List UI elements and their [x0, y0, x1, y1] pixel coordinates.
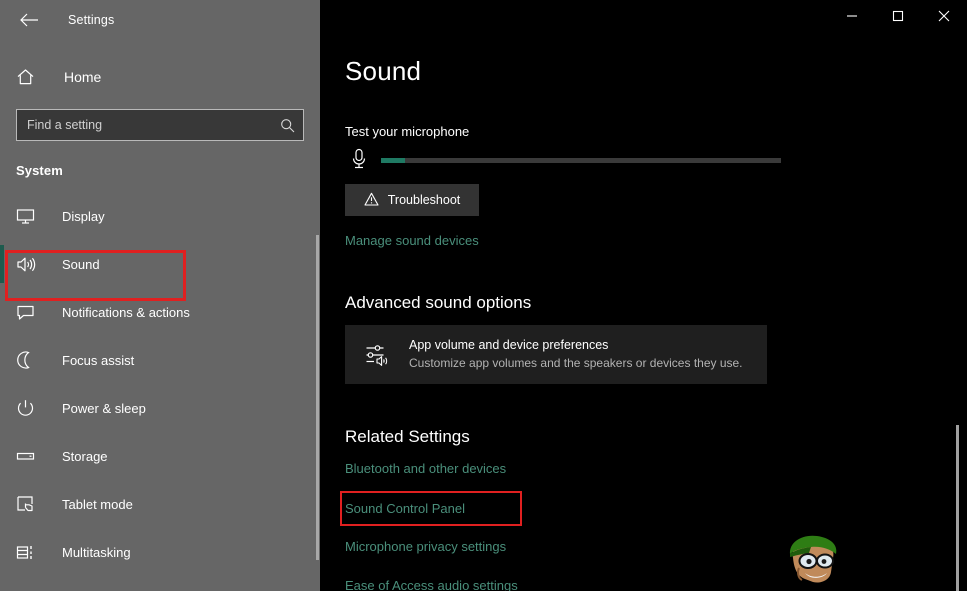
main-content: Test your microphone [320, 40, 967, 591]
power-icon [16, 399, 42, 417]
settings-window: Settings [0, 0, 967, 591]
drive-icon [16, 449, 42, 463]
related-link-microphone-privacy[interactable]: Microphone privacy settings [345, 539, 506, 554]
sidebar-item-label: Notifications & actions [62, 305, 190, 320]
microphone-level-meter [345, 148, 805, 172]
moon-icon [16, 351, 42, 369]
appuals-mascot-watermark [775, 528, 853, 591]
back-button[interactable] [6, 4, 52, 36]
content-scrollbar-thumb[interactable] [956, 425, 959, 591]
title-bar-left: Settings [0, 0, 320, 40]
sidebar-item-notifications[interactable]: Notifications & actions [0, 288, 320, 336]
card-title: App volume and device preferences [409, 337, 743, 354]
sidebar-item-focus-assist[interactable]: Focus assist [0, 336, 320, 384]
search-input[interactable] [16, 109, 304, 141]
warning-triangle-icon [364, 192, 379, 209]
sidebar-item-label: Storage [62, 449, 108, 464]
close-button[interactable] [921, 0, 967, 32]
sidebar-item-display[interactable]: Display [0, 192, 320, 240]
maximize-button[interactable] [875, 0, 921, 32]
card-subtitle: Customize app volumes and the speakers o… [409, 355, 743, 372]
sidebar-item-label: Multitasking [62, 545, 131, 560]
microphone-meter-track [381, 158, 781, 163]
minimize-button[interactable] [829, 0, 875, 32]
page-title: Sound [345, 56, 441, 87]
sidebar-item-storage[interactable]: Storage [0, 432, 320, 480]
manage-sound-devices-link[interactable]: Manage sound devices [345, 233, 479, 248]
monitor-icon [16, 208, 42, 225]
app-volume-sliders-icon [361, 343, 395, 367]
related-link-ease-of-access-audio[interactable]: Ease of Access audio settings [345, 578, 518, 591]
troubleshoot-button[interactable]: Troubleshoot [345, 184, 479, 216]
microphone-icon [345, 148, 373, 172]
maximize-icon [892, 10, 904, 22]
close-icon [938, 10, 950, 22]
sidebar-item-sound[interactable]: Sound [0, 240, 320, 288]
related-link-bluetooth[interactable]: Bluetooth and other devices [345, 461, 506, 476]
sidebar-group-title: System [16, 163, 320, 178]
tablet-touch-icon [16, 495, 42, 513]
related-link-sound-control-panel[interactable]: Sound Control Panel [345, 501, 465, 516]
title-bar: Settings [0, 0, 967, 40]
troubleshoot-button-label: Troubleshoot [388, 193, 461, 207]
sidebar-item-tablet-mode[interactable]: Tablet mode [0, 480, 320, 528]
sidebar-item-label: Focus assist [62, 353, 134, 368]
sidebar-item-power-sleep[interactable]: Power & sleep [0, 384, 320, 432]
minimize-icon [846, 10, 858, 22]
sidebar-item-label: Tablet mode [62, 497, 133, 512]
sidebar-item-label: Display [62, 209, 105, 224]
search-icon[interactable] [275, 113, 299, 137]
speaker-icon [16, 256, 42, 273]
sidebar-item-label: Sound [62, 257, 100, 272]
card-text-block: App volume and device preferences Custom… [409, 337, 743, 372]
advanced-sound-options-heading: Advanced sound options [345, 293, 531, 313]
related-settings-heading: Related Settings [345, 427, 470, 447]
sidebar: Home System Displ [0, 40, 320, 591]
sidebar-home-label: Home [64, 69, 101, 85]
chat-bubble-icon [16, 304, 42, 321]
window-title: Settings [68, 13, 114, 27]
sidebar-item-multitasking[interactable]: Multitasking [0, 528, 320, 576]
back-arrow-icon [19, 13, 39, 27]
home-icon [16, 68, 48, 86]
title-bar-right [320, 0, 967, 40]
window-controls [829, 0, 967, 40]
sidebar-item-label: Power & sleep [62, 401, 146, 416]
app-volume-preferences-card[interactable]: App volume and device preferences Custom… [345, 325, 767, 384]
settings-scroll-region: Test your microphone [320, 40, 967, 591]
sidebar-scrollbar-thumb[interactable] [316, 235, 319, 560]
search-box [16, 109, 304, 141]
sidebar-item-home[interactable]: Home [0, 60, 320, 94]
test-microphone-label: Test your microphone [345, 124, 469, 139]
multitasking-icon [16, 544, 42, 561]
sidebar-nav-list: Display Sound [0, 192, 320, 576]
microphone-meter-fill [381, 158, 405, 163]
